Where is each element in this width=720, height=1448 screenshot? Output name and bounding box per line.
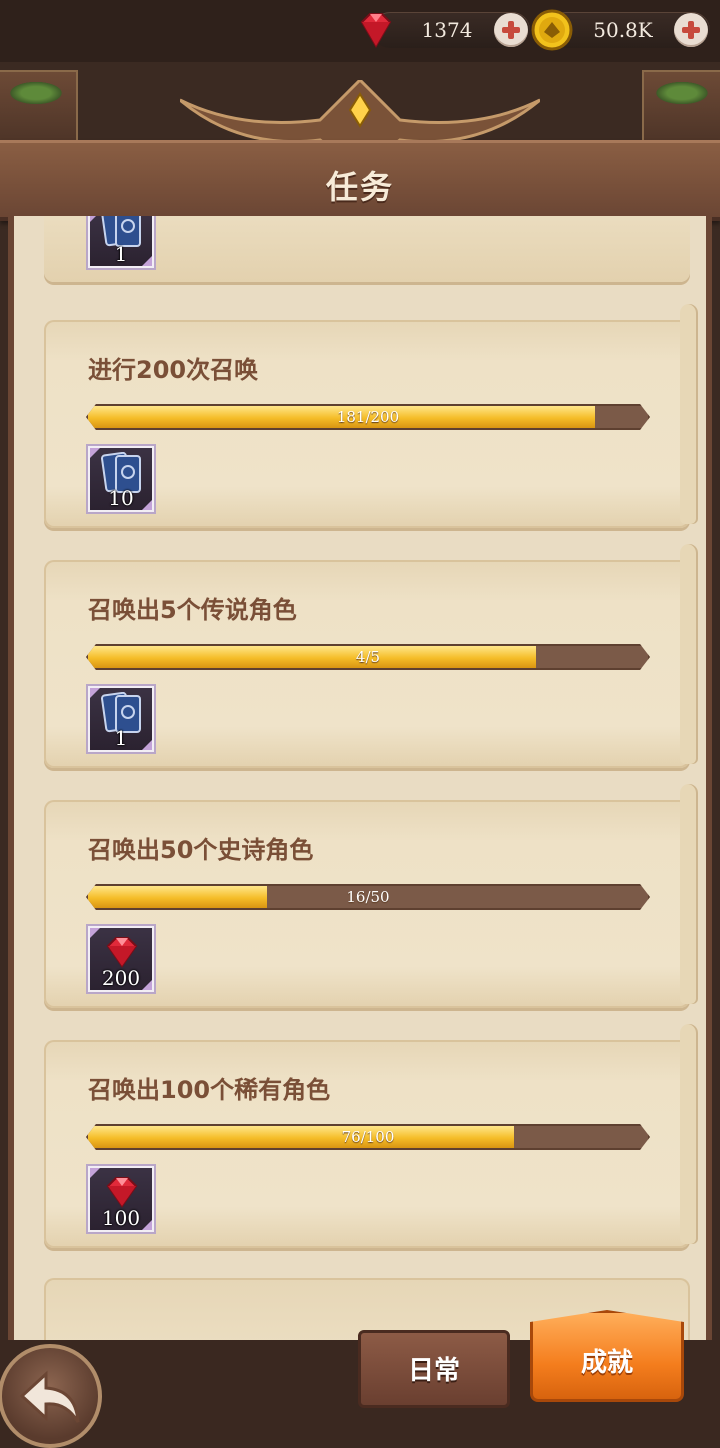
- gem-icon: [360, 13, 392, 48]
- progress-label: 16/50: [346, 888, 390, 906]
- reward-slot[interactable]: 1: [88, 686, 154, 752]
- gold-counter: 50.8K: [531, 9, 710, 51]
- task-progress-bar: 181/200: [86, 404, 650, 430]
- task-card-partial: 1: [44, 216, 690, 282]
- page-title: 任务: [325, 168, 394, 206]
- tab-achievements[interactable]: 成就: [530, 1310, 684, 1402]
- task-title: 进行200次召唤: [88, 356, 259, 384]
- add-gold-button[interactable]: [674, 13, 708, 47]
- task-card: 召唤出5个传说角色 4/5 1: [44, 544, 698, 768]
- task-title: 召唤出50个史诗角色: [88, 836, 314, 864]
- task-progress-bar: 76/100: [86, 1124, 650, 1150]
- gem-counter: 1374: [360, 12, 530, 48]
- task-card: 进行200次召唤 181/200 10: [44, 304, 698, 528]
- gold-coin-icon: [531, 9, 573, 51]
- gem-count: 1374: [421, 18, 473, 42]
- back-arrow-icon: [19, 1370, 80, 1423]
- task-card: 召唤出100个稀有角色 76/100 100: [44, 1024, 698, 1248]
- add-gems-button[interactable]: [494, 13, 528, 47]
- reward-quantity: 1: [114, 242, 128, 266]
- reward-slot[interactable]: 200: [88, 926, 154, 992]
- task-title: 召唤出100个稀有角色: [88, 1076, 331, 1104]
- reward-slot[interactable]: 1: [88, 216, 154, 268]
- task-progress-bar: 16/50: [86, 884, 650, 910]
- reward-slot[interactable]: 100: [88, 1166, 154, 1232]
- progress-label: 4/5: [355, 648, 381, 666]
- back-button[interactable]: [0, 1344, 102, 1448]
- top-bar: 1374 50.8K: [0, 0, 720, 62]
- progress-label: 181/200: [336, 408, 400, 426]
- progress-label: 76/100: [341, 1128, 395, 1146]
- task-list[interactable]: 1 进行200次召唤 181/200 10 召唤出5个传说角色 4/5 1 召唤…: [8, 216, 712, 1340]
- task-card: 召唤出50个史诗角色 16/50 200: [44, 784, 698, 1008]
- reward-quantity: 200: [101, 966, 141, 990]
- reward-quantity: 10: [108, 486, 134, 510]
- gold-count: 50.8K: [593, 18, 653, 42]
- reward-quantity: 100: [101, 1206, 141, 1230]
- task-progress-bar: 4/5: [86, 644, 650, 670]
- reward-quantity: 1: [114, 726, 128, 750]
- reward-slot[interactable]: 10: [88, 446, 154, 512]
- tab-daily[interactable]: 日常: [358, 1330, 510, 1408]
- task-title: 召唤出5个传说角色: [88, 596, 297, 624]
